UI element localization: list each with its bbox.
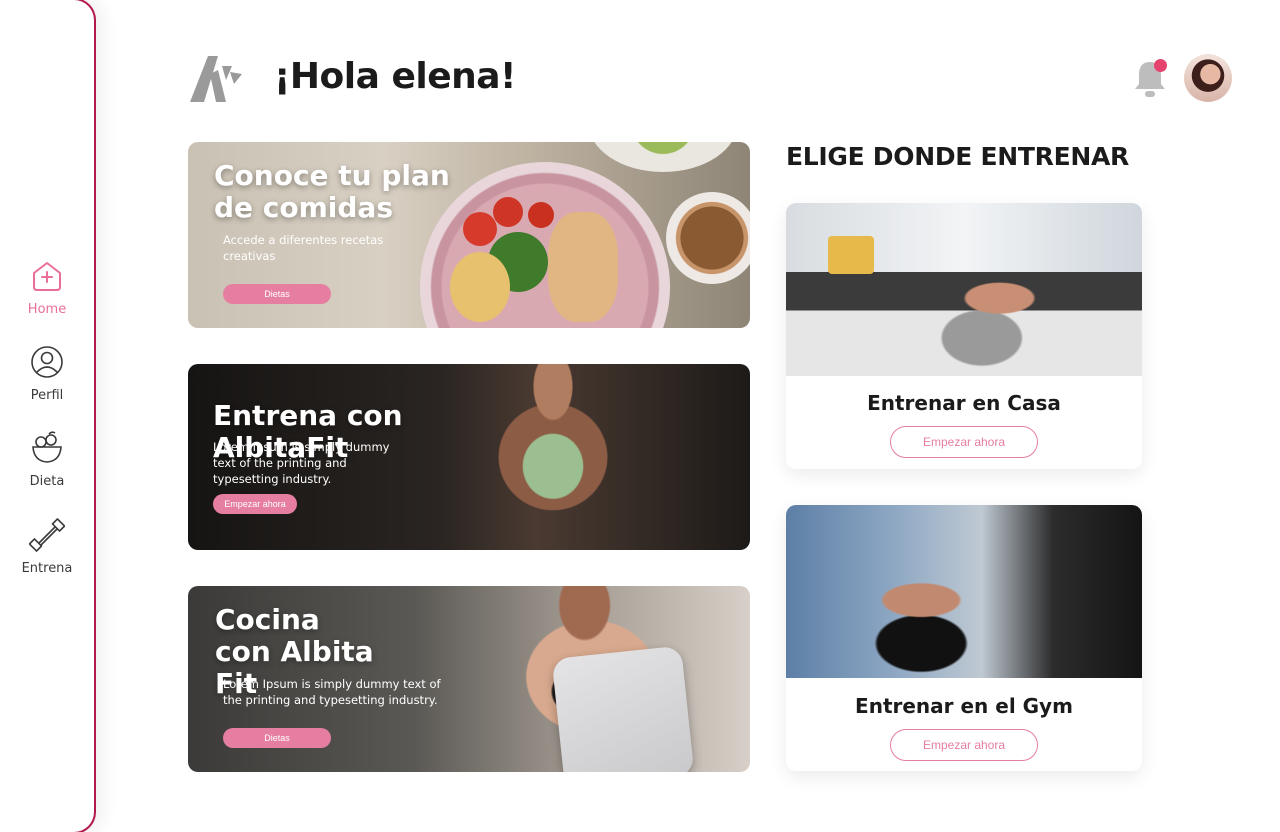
greeting-title: ¡Hola elena! [274,56,516,97]
dumbbell-icon [29,518,65,552]
card-image [786,203,1142,376]
sidebar-item-label: Dieta [29,474,65,489]
card-image [786,505,1142,678]
train-gym-card: Entrenar en el Gym Empezar ahora [786,505,1142,771]
banner-description: Accede a diferentes recetas creativas [223,233,384,263]
banner-description: Lorem Ipsum is simply dummy text of the … [213,440,390,486]
card-title: Entrenar en el Gym [855,694,1073,718]
sidebar-item-perfil[interactable]: Perfil [0,344,94,403]
start-now-button[interactable]: Empezar ahora [213,494,297,514]
sidebar-item-label: Perfil [30,388,64,403]
sidebar-item-label: Entrena [21,561,73,576]
cook-banner: Cocina con Albita Fit Lorem Ipsum is sim… [188,586,750,772]
start-now-button[interactable]: Empezar ahora [890,729,1038,761]
diets-button[interactable]: Dietas [223,284,331,304]
sidebar-item-entrena[interactable]: Entrena [0,517,94,576]
banner-image [551,645,695,772]
banner-title: Conoce tu plan de comidas [214,159,450,224]
food-bowl-icon [32,431,62,463]
train-home-card: Entrenar en Casa Empezar ahora [786,203,1142,469]
start-now-button[interactable]: Empezar ahora [890,426,1038,458]
sidebar-item-dieta[interactable]: Dieta [0,430,94,489]
app-logo [190,56,242,102]
banner-description: Lorem Ipsum is simply dummy text of the … [223,677,441,707]
home-plus-icon [33,262,61,291]
section-title: ELIGE DONDE ENTRENAR [786,142,1129,171]
notification-badge [1154,59,1167,72]
sidebar [0,0,96,832]
meal-plan-banner: Conoce tu plan de comidas Accede a difer… [188,142,750,328]
card-image [828,236,874,274]
diets-button[interactable]: Dietas [223,728,331,748]
sidebar-item-label: Home [27,302,67,317]
banner-image [666,192,750,284]
banner-image [588,142,738,172]
train-banner: Entrena con AlbitaFit Lorem Ipsum is sim… [188,364,750,550]
sidebar-item-home[interactable]: Home [0,258,94,317]
card-title: Entrenar en Casa [867,391,1061,415]
user-circle-icon [31,346,63,378]
avatar[interactable] [1184,54,1232,102]
